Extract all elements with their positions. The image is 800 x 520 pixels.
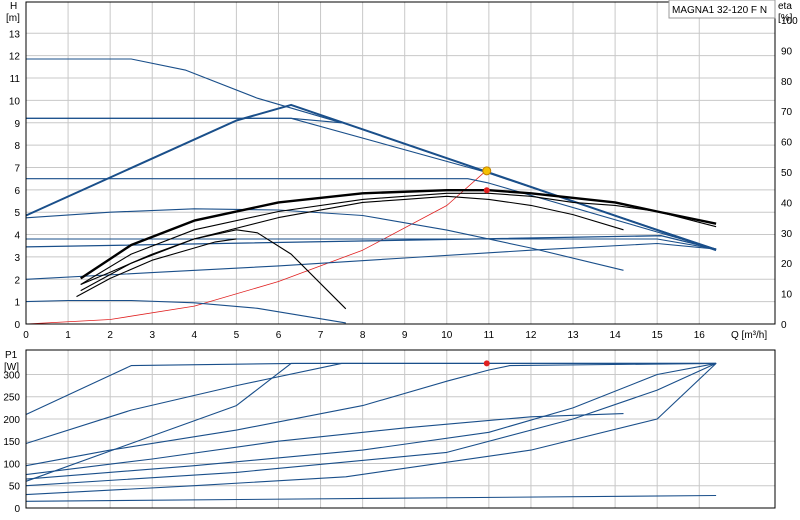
x-tick-label: 12 xyxy=(525,330,537,341)
eta-tick-label: 10 xyxy=(781,290,793,301)
h-unit: [m] xyxy=(6,13,20,24)
tick-labels: 0 1 2 3 4 5 6 7 8 9 10 11 12 13 14 15 160123456789101112… xyxy=(3,16,798,515)
eta-curve xyxy=(76,238,237,298)
power-curves xyxy=(25,360,717,502)
eta-tick-label: 20 xyxy=(781,259,793,270)
p1-tick-label: 100 xyxy=(3,459,20,470)
head-curve xyxy=(25,299,346,324)
power-curve xyxy=(25,363,717,496)
head-curve xyxy=(25,242,717,280)
q-label: Q [m³/h] xyxy=(731,330,767,341)
pump-curve-chart: 0 1 2 3 4 5 6 7 8 9 10 11 12 13 14 15 160123456789101112… xyxy=(3,0,798,515)
h-tick-label: 9 xyxy=(14,119,20,130)
x-tick-label: 11 xyxy=(484,330,495,341)
h-tick-label: 4 xyxy=(14,231,20,242)
x-tick-label: 4 xyxy=(192,330,198,341)
x-tick-label: 5 xyxy=(234,330,240,341)
x-tick-label: 3 xyxy=(149,330,155,341)
eta-tick-label: 30 xyxy=(781,229,793,240)
x-tick-label: 7 xyxy=(318,330,324,341)
eta-tick-label: 50 xyxy=(781,168,793,179)
x-tick-label: 1 xyxy=(65,330,71,341)
h-tick-label: 8 xyxy=(14,141,20,152)
h-tick-label: 12 xyxy=(9,52,21,63)
p1-tick-label: 250 xyxy=(3,393,20,404)
h-tick-label: 3 xyxy=(14,253,20,264)
p1-label: P1 xyxy=(5,350,18,361)
x-tick-label: 6 xyxy=(276,330,282,341)
x-tick-label: 13 xyxy=(567,330,579,341)
h-tick-label: 11 xyxy=(10,74,21,85)
h-tick-label: 1 xyxy=(14,298,20,309)
power-curve xyxy=(25,494,717,502)
duty-point-power xyxy=(483,360,490,367)
duty-point-head xyxy=(482,166,492,176)
h-label: H xyxy=(10,1,17,12)
h-tick-label: 7 xyxy=(14,163,20,174)
h-tick-label: 10 xyxy=(9,96,21,107)
head-curve xyxy=(26,117,717,250)
power-curve xyxy=(25,362,717,487)
x-tick-label: 10 xyxy=(441,330,453,341)
x-tick-label: 2 xyxy=(107,330,113,341)
eta-tick-label: 70 xyxy=(781,107,793,118)
x-tick-label: 16 xyxy=(694,330,706,341)
p1-tick-label: 50 xyxy=(9,482,21,493)
eta-label: eta xyxy=(778,1,792,12)
power-curve xyxy=(25,413,624,476)
power-curve xyxy=(25,362,717,415)
x-tick-label: 9 xyxy=(402,330,408,341)
head-curve xyxy=(26,117,342,124)
head-grid xyxy=(25,2,775,325)
head-plot-frame xyxy=(25,1,776,325)
p1-tick-label: 200 xyxy=(3,415,20,426)
p1-tick-label: 0 xyxy=(14,504,20,515)
eta-tick-label: 90 xyxy=(781,46,793,57)
eta-tick-label: 0 xyxy=(781,320,787,331)
max-head-limit-curve xyxy=(25,103,717,252)
h-tick-label: 2 xyxy=(14,275,20,286)
eta-tick-label: 40 xyxy=(781,198,793,209)
eta-tick-label: 60 xyxy=(781,138,793,149)
eta-unit: [%] xyxy=(778,13,793,24)
x-tick-label: 14 xyxy=(610,330,622,341)
head-curve xyxy=(26,58,342,124)
h-tick-label: 6 xyxy=(14,186,20,197)
h-tick-label: 13 xyxy=(9,29,21,40)
x-tick-label: 8 xyxy=(360,330,366,341)
h-tick-label: 0 xyxy=(14,320,20,331)
p1-tick-label: 150 xyxy=(3,437,20,448)
x-tick-label: 0 xyxy=(23,330,29,341)
power-curve xyxy=(25,362,717,467)
h-tick-label: 5 xyxy=(14,208,20,219)
head-curves xyxy=(25,58,717,325)
chart-title: MAGNA1 32-120 F N xyxy=(672,5,767,16)
eta-tick-label: 80 xyxy=(781,77,793,88)
duty-point-eta xyxy=(483,187,490,194)
x-tick-label: 15 xyxy=(652,330,664,341)
p1-unit: [W] xyxy=(4,362,19,373)
